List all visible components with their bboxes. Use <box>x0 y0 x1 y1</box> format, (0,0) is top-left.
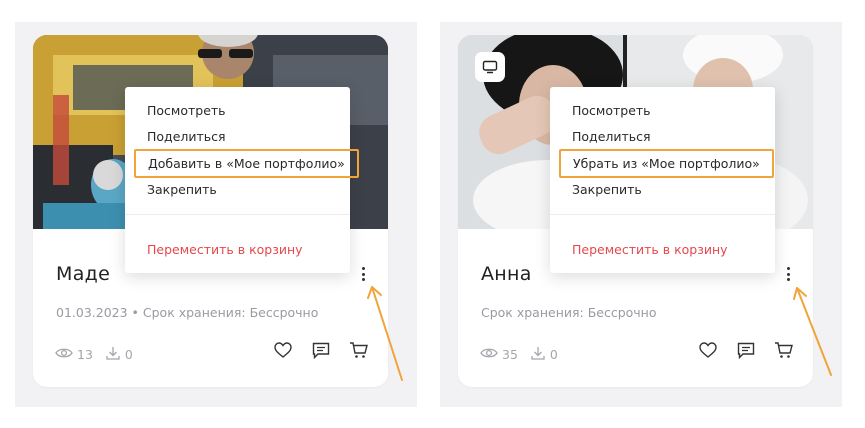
video-badge <box>475 52 505 82</box>
eye-icon <box>55 346 73 363</box>
menu-divider <box>125 214 350 215</box>
menu-item-pin[interactable]: Закрепить <box>147 182 217 197</box>
cart-button[interactable] <box>348 341 370 363</box>
comment-button[interactable] <box>735 341 757 363</box>
photo-stats: 35 0 <box>480 345 558 364</box>
photo-meta: Срок хранения: Бессрочно <box>481 305 657 320</box>
downloads-count: 0 <box>124 347 133 362</box>
photo-meta: 01.03.2023 • Срок хранения: Бессрочно <box>56 305 319 320</box>
menu-item-move-to-trash[interactable]: Переместить в корзину <box>572 242 728 257</box>
download-icon <box>105 345 121 364</box>
views-count: 35 <box>502 347 518 362</box>
downloads-count: 0 <box>549 347 558 362</box>
menu-item-remove-portfolio[interactable]: Убрать из «Мое портфолио» <box>559 149 774 178</box>
video-icon <box>482 60 498 74</box>
eye-icon <box>480 346 498 363</box>
cart-icon <box>349 341 369 363</box>
menu-item-pin[interactable]: Закрепить <box>572 182 642 197</box>
views-count: 13 <box>77 347 93 362</box>
like-button[interactable] <box>697 341 719 363</box>
more-vertical-icon <box>361 267 365 270</box>
download-icon <box>530 345 546 364</box>
comment-icon <box>737 342 755 363</box>
menu-item-add-portfolio[interactable]: Добавить в «Мое портфолио» <box>134 149 359 178</box>
cart-icon <box>774 341 794 363</box>
comment-button[interactable] <box>310 341 332 363</box>
photo-stats: 13 0 <box>55 345 133 364</box>
photo-title: Маде <box>56 263 111 285</box>
comment-icon <box>312 342 330 363</box>
like-button[interactable] <box>272 341 294 363</box>
photo-title: Анна <box>481 263 532 285</box>
card-actions <box>697 341 795 363</box>
menu-divider <box>550 214 775 215</box>
more-menu-button[interactable] <box>778 261 798 287</box>
heart-icon <box>274 342 292 362</box>
more-vertical-icon <box>786 267 790 270</box>
context-menu: Посмотреть Поделиться Убрать из «Мое пор… <box>550 87 775 273</box>
cart-button[interactable] <box>773 341 795 363</box>
menu-item-view[interactable]: Посмотреть <box>147 103 226 118</box>
more-menu-button[interactable] <box>353 261 373 287</box>
menu-item-move-to-trash[interactable]: Переместить в корзину <box>147 242 303 257</box>
heart-icon <box>699 342 717 362</box>
menu-item-share[interactable]: Поделиться <box>572 129 651 144</box>
menu-item-view[interactable]: Посмотреть <box>572 103 651 118</box>
menu-item-share[interactable]: Поделиться <box>147 129 226 144</box>
context-menu: Посмотреть Поделиться Добавить в «Мое по… <box>125 87 359 273</box>
card-actions <box>272 341 370 363</box>
